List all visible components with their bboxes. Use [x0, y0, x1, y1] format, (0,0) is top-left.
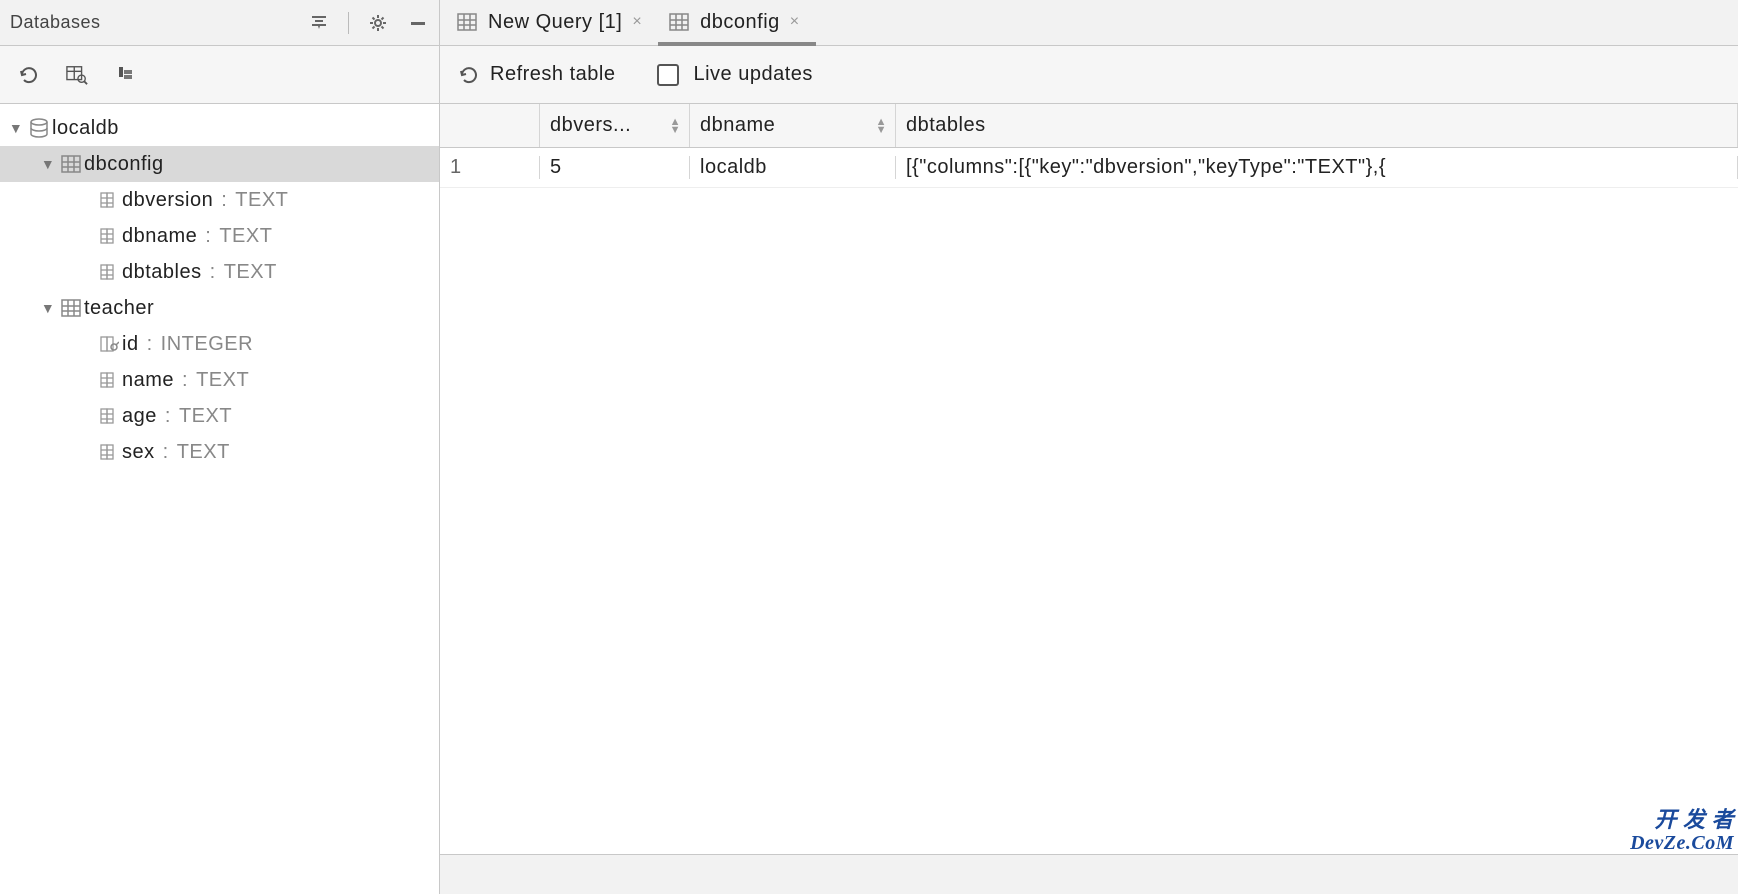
- column-name: age: [122, 405, 157, 428]
- tree-column-node[interactable]: sex:TEXT: [0, 434, 439, 470]
- table-icon: [58, 298, 84, 318]
- filter-icon[interactable]: [308, 12, 330, 34]
- tab-label: dbconfig: [700, 11, 780, 34]
- column-header-label: dbtables: [906, 114, 986, 137]
- column-header[interactable]: dbtables: [896, 104, 1738, 147]
- column-name: dbtables: [122, 261, 202, 284]
- status-bar: [440, 854, 1738, 894]
- column-name: dbname: [122, 225, 197, 248]
- column-icon: [96, 263, 122, 281]
- sort-icon[interactable]: ▲▼: [876, 118, 887, 134]
- column-type: INTEGER: [161, 333, 253, 356]
- editor-tab[interactable]: dbconfig ×: [658, 0, 815, 45]
- separator: [348, 12, 349, 34]
- column-header-label: dbname: [700, 114, 775, 137]
- column-icon: [96, 371, 122, 389]
- panel-header-actions: [308, 12, 429, 34]
- live-updates-checkbox[interactable]: [657, 64, 679, 86]
- tree-db-node[interactable]: ▼ localdb: [0, 110, 439, 146]
- database-icon: [26, 117, 52, 139]
- databases-panel: Databases: [0, 0, 440, 894]
- chevron-down-icon[interactable]: ▼: [38, 300, 58, 316]
- column-type: TEXT: [179, 405, 232, 428]
- column-header-label: dbvers...: [550, 114, 631, 137]
- table-icon: [456, 12, 478, 32]
- column-name: sex: [122, 441, 155, 464]
- tree-table-node[interactable]: ▼ teacher: [0, 290, 439, 326]
- tabs-bar: New Query [1] × dbconfig ×: [440, 0, 1738, 46]
- column-icon: [96, 407, 122, 425]
- grid-header-row: dbvers... ▲▼ dbname ▲▼ dbtables: [440, 104, 1738, 148]
- column-type: TEXT: [235, 189, 288, 212]
- app-root: Databases: [0, 0, 1738, 894]
- column-name: dbversion: [122, 189, 213, 212]
- content-panel: New Query [1] × dbconfig × Refresh table Li…: [440, 0, 1738, 894]
- table-cell[interactable]: localdb: [690, 156, 896, 179]
- table-cell[interactable]: 5: [540, 156, 690, 179]
- row-number: 1: [440, 156, 540, 179]
- watermark: 开 发 者 DevZe.CoM: [1630, 808, 1734, 854]
- panel-header: Databases: [0, 0, 439, 46]
- refresh-label: Refresh table: [490, 63, 615, 86]
- column-icon: [96, 443, 122, 461]
- tree-column-node[interactable]: dbtables:TEXT: [0, 254, 439, 290]
- tree-label: teacher: [84, 297, 154, 320]
- panel-title: Databases: [10, 12, 308, 33]
- tree-column-node[interactable]: age:TEXT: [0, 398, 439, 434]
- chevron-down-icon[interactable]: ▼: [6, 120, 26, 136]
- table-search-icon[interactable]: [66, 64, 88, 86]
- database-tree: ▼ localdb ▼ dbconfig dbversion:TEXTdbname:…: [0, 104, 439, 894]
- gear-icon[interactable]: [367, 12, 389, 34]
- close-icon[interactable]: ×: [790, 13, 800, 31]
- watermark-line2: DevZe.CoM: [1630, 832, 1734, 854]
- editor-tab[interactable]: New Query [1] ×: [446, 0, 658, 45]
- data-grid: dbvers... ▲▼ dbname ▲▼ dbtables 15localdb[{"…: [440, 104, 1738, 854]
- chevron-down-icon[interactable]: ▼: [38, 156, 58, 172]
- column-name: id: [122, 333, 139, 356]
- refresh-table-button[interactable]: Refresh table: [458, 63, 615, 86]
- tree-table-node[interactable]: ▼ dbconfig: [0, 146, 439, 182]
- table-icon: [58, 154, 84, 174]
- tree-label: dbconfig: [84, 153, 164, 176]
- column-name: name: [122, 369, 174, 392]
- live-updates-label: Live updates: [693, 63, 812, 86]
- tree-column-node[interactable]: id:INTEGER: [0, 326, 439, 362]
- table-row[interactable]: 15localdb[{"columns":[{"key":"dbversion"…: [440, 148, 1738, 188]
- tree-column-node[interactable]: dbname:TEXT: [0, 218, 439, 254]
- left-toolbar: [0, 46, 439, 104]
- refresh-icon[interactable]: [18, 64, 40, 86]
- column-header[interactable]: dbvers... ▲▼: [540, 104, 690, 147]
- right-toolbar: Refresh table Live updates: [440, 46, 1738, 104]
- watermark-line1: 开 发 者: [1630, 808, 1734, 832]
- column-type: TEXT: [224, 261, 277, 284]
- tree-column-node[interactable]: dbversion:TEXT: [0, 182, 439, 218]
- keep-open-icon[interactable]: [114, 64, 136, 86]
- primary-key-icon: [96, 335, 122, 353]
- refresh-icon: [458, 64, 480, 86]
- tab-label: New Query [1]: [488, 11, 622, 34]
- row-number-header: [440, 104, 540, 147]
- table-cell[interactable]: [{"columns":[{"key":"dbversion","keyType…: [896, 156, 1738, 179]
- column-type: TEXT: [196, 369, 249, 392]
- minimize-icon[interactable]: [407, 12, 429, 34]
- column-header[interactable]: dbname ▲▼: [690, 104, 896, 147]
- column-icon: [96, 191, 122, 209]
- column-type: TEXT: [177, 441, 230, 464]
- sort-icon[interactable]: ▲▼: [670, 118, 681, 134]
- column-icon: [96, 227, 122, 245]
- tree-column-node[interactable]: name:TEXT: [0, 362, 439, 398]
- tree-label: localdb: [52, 117, 119, 140]
- column-type: TEXT: [219, 225, 272, 248]
- close-icon[interactable]: ×: [632, 13, 642, 31]
- table-icon: [668, 12, 690, 32]
